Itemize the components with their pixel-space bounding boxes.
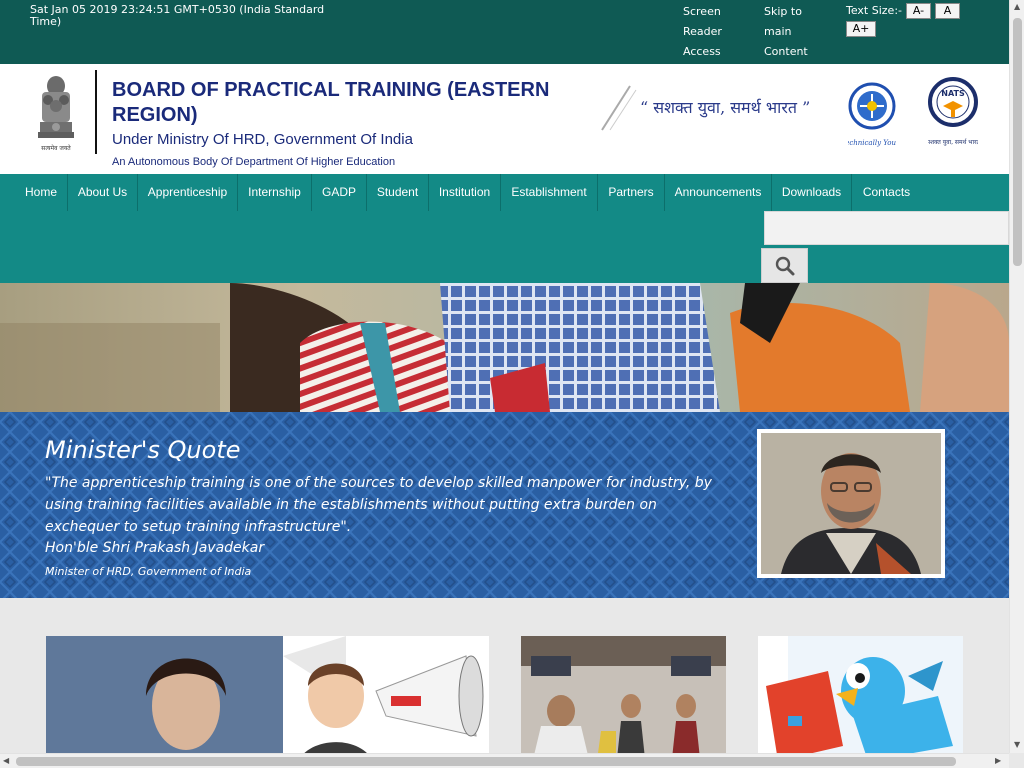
organization-title: BOARD OF PRACTICAL TRAINING (EASTERN REG… (112, 79, 550, 126)
scroll-right-arrow-icon[interactable]: ▶ (995, 756, 1001, 765)
text-size-decrease-button[interactable]: A- (906, 3, 931, 19)
scroll-up-arrow-icon[interactable]: ▲ (1014, 2, 1020, 11)
nats-logo-text: NATS (941, 89, 965, 98)
nav-item-student[interactable]: Student (367, 174, 429, 211)
header-divider (95, 70, 97, 154)
nav-item-contacts[interactable]: Contacts (852, 174, 921, 211)
hero-banner-image (0, 283, 1009, 412)
tile-event-image[interactable] (521, 636, 726, 768)
vertical-scroll-thumb[interactable] (1013, 18, 1022, 266)
nats-logo-icon: NATS सशक्त युवा, समर्थ भारत (928, 77, 978, 146)
search-button[interactable] (761, 248, 808, 283)
organization-description: An Autonomous Body Of Department Of High… (112, 156, 396, 168)
nav-item-downloads[interactable]: Downloads (772, 174, 852, 211)
minister-portrait-image (761, 433, 941, 574)
feature-tiles (0, 598, 1009, 768)
nats-logo-caption: सशक्त युवा, समर्थ भारत (928, 138, 978, 146)
quote-text: "The apprenticeship training is one of t… (45, 475, 712, 535)
search-icon (775, 256, 795, 276)
text-size-label: Text Size:- (846, 4, 902, 17)
organization-subtitle: Under Ministry Of HRD, Government Of Ind… (112, 131, 413, 148)
tile-social-image[interactable] (758, 636, 963, 768)
nav-item-institution[interactable]: Institution (429, 174, 501, 211)
scroll-left-arrow-icon[interactable]: ◀ (3, 756, 9, 765)
bopt-logo-caption: Technically Yours (848, 139, 896, 147)
nav-item-gadp[interactable]: GADP (312, 174, 367, 211)
students-banner-image (0, 283, 1009, 412)
tile-announcements-image[interactable] (46, 636, 489, 768)
ministers-quote-section: Minister's Quote "The apprenticeship tra… (0, 412, 1009, 598)
woman-megaphone-image (46, 636, 489, 768)
quote-author: Hon'ble Shri Prakash Javadekar (45, 540, 265, 556)
search-input[interactable] (764, 211, 1009, 245)
screen-reader-access-link[interactable]: Screen Reader Access (683, 2, 743, 62)
quote-title: Minister's Quote (45, 436, 241, 464)
nav-item-about-us[interactable]: About Us (68, 174, 138, 211)
national-emblem-icon (38, 76, 74, 138)
main-navigation: Home About Us Apprenticeship Internship … (0, 174, 1009, 283)
nav-item-home[interactable]: Home (15, 174, 68, 211)
text-size-normal-button[interactable]: A (935, 3, 960, 19)
site-header: सत्यमेव जयते BOARD OF PRACTICAL TRAINING… (0, 64, 1009, 174)
slogan-text: “ सशक्त युवा, समर्थ भारत ” (640, 98, 811, 117)
horizontal-scroll-thumb[interactable] (16, 757, 956, 766)
top-utility-bar: Sat Jan 05 2019 23:24:51 GMT+0530 (India… (0, 0, 1009, 64)
horizontal-scrollbar[interactable]: ◀ ▶ (0, 753, 1009, 768)
group-training-image (521, 636, 726, 768)
nav-item-announcements[interactable]: Announcements (665, 174, 772, 211)
nav-item-partners[interactable]: Partners (598, 174, 665, 211)
bopt-logo-icon: Technically Yours (848, 82, 896, 147)
scrollbar-corner (1009, 753, 1024, 768)
skip-to-main-content-link[interactable]: Skip to main Content (764, 2, 824, 62)
current-datetime: Sat Jan 05 2019 23:24:51 GMT+0530 (India… (30, 3, 325, 28)
quote-author-role: Minister of HRD, Government of India (45, 565, 252, 578)
page: Sat Jan 05 2019 23:24:51 GMT+0530 (India… (0, 0, 1024, 768)
minister-photo (757, 429, 945, 578)
vertical-scrollbar[interactable]: ▲ ▼ (1009, 0, 1024, 768)
nav-item-apprenticeship[interactable]: Apprenticeship (138, 174, 238, 211)
text-size-increase-button[interactable]: A+ (846, 21, 876, 37)
nav-item-establishment[interactable]: Establishment (501, 174, 598, 211)
scroll-down-arrow-icon[interactable]: ▼ (1014, 740, 1020, 749)
twitter-bird-laptop-image (758, 636, 963, 768)
nav-item-internship[interactable]: Internship (238, 174, 312, 211)
emblem-caption: सत्यमेव जयते (41, 145, 71, 152)
